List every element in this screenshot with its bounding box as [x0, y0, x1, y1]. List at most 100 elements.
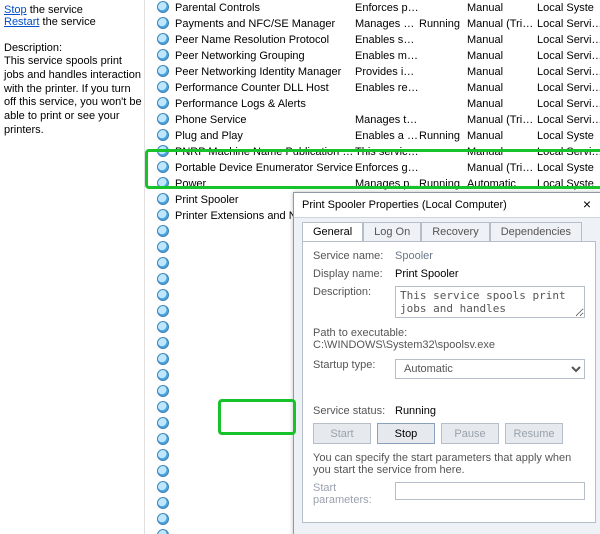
cell-desc: Provides ide...	[355, 66, 419, 78]
gear-icon	[157, 257, 171, 272]
cell-startup: Manual (Trig...	[467, 162, 537, 174]
gear-icon	[157, 129, 171, 144]
cell-logon: Local Syste	[537, 130, 600, 142]
gear-icon	[157, 17, 171, 32]
cell-logon: Local Service	[537, 82, 600, 94]
gear-icon	[157, 145, 171, 160]
path-value: C:\WINDOWS\System32\spoolsv.exe	[313, 339, 585, 351]
close-icon[interactable]: ×	[578, 196, 596, 214]
gear-icon	[157, 337, 171, 352]
start-params-input	[395, 482, 585, 500]
stop-suffix: the service	[27, 4, 83, 16]
gear-icon	[157, 1, 171, 16]
cell-name: Peer Networking Identity Manager	[175, 66, 355, 78]
gear-icon	[157, 113, 171, 128]
startup-type-select[interactable]: Automatic	[395, 359, 585, 379]
cell-logon: Local Service	[537, 146, 600, 158]
gear-icon	[157, 81, 171, 96]
cell-startup: Manual (Trig...	[467, 18, 537, 30]
table-row[interactable]: Portable Device Enumerator ServiceEnforc…	[157, 160, 600, 176]
gear-icon	[157, 193, 171, 208]
gear-icon	[157, 305, 171, 320]
cell-startup: Manual	[467, 34, 537, 46]
cell-logon: Local Service	[537, 18, 600, 30]
path-label: Path to executable:	[313, 327, 585, 339]
gear-icon	[157, 33, 171, 48]
table-row[interactable]: PNRP Machine Name Publication ServiceThi…	[157, 144, 600, 160]
cell-startup: Manual	[467, 66, 537, 78]
gear-icon	[157, 369, 171, 384]
gear-icon	[157, 353, 171, 368]
gear-icon	[157, 161, 171, 176]
table-row[interactable]: Peer Networking Identity ManagerProvides…	[157, 64, 600, 80]
gear-icon	[157, 177, 171, 192]
service-name-value: Spooler	[395, 250, 585, 262]
cell-name: Portable Device Enumerator Service	[175, 162, 355, 174]
description-body: This service spools print jobs and handl…	[4, 55, 142, 138]
table-row[interactable]: Peer Name Resolution ProtocolEnables ser…	[157, 32, 600, 48]
description-heading: Description:	[4, 42, 142, 54]
cell-startup: Manual	[467, 98, 537, 110]
tab-general[interactable]: General	[302, 222, 363, 241]
dialog-tabs: General Log On Recovery Dependencies	[294, 218, 600, 241]
display-name-value: Print Spooler	[395, 268, 585, 280]
table-row[interactable]: Peer Networking GroupingEnables mul...Ma…	[157, 48, 600, 64]
restart-link[interactable]: Restart	[4, 16, 39, 28]
cell-startup: Manual	[467, 2, 537, 14]
cell-status: Running	[419, 18, 467, 30]
table-row[interactable]: PowerManages p...RunningAutomaticLocal S…	[157, 176, 600, 192]
cell-status: Running	[419, 130, 467, 142]
gear-icon	[157, 273, 171, 288]
cell-name: Peer Networking Grouping	[175, 50, 355, 62]
service-status-value: Running	[395, 405, 585, 417]
cell-desc: Enables rem...	[355, 82, 419, 94]
gear-icon	[157, 225, 171, 240]
gear-icon	[157, 433, 171, 448]
cell-desc: Manages pa...	[355, 18, 419, 30]
restart-suffix: the service	[39, 16, 95, 28]
cell-desc: Enables serv...	[355, 34, 419, 46]
tab-panel-general: Service name:Spooler Display name:Print …	[302, 241, 596, 523]
tab-logon[interactable]: Log On	[363, 222, 421, 241]
cell-name: Peer Name Resolution Protocol	[175, 34, 355, 46]
cell-desc: This service ...	[355, 146, 419, 158]
cell-startup: Manual (Trig...	[467, 114, 537, 126]
stop-button[interactable]: Stop	[377, 423, 435, 444]
left-panel: Stop the service Restart the service Des…	[0, 0, 145, 534]
cell-desc: Manages p...	[355, 178, 419, 190]
gear-icon	[157, 385, 171, 400]
cell-logon: Local Service	[537, 34, 600, 46]
stop-link[interactable]: Stop	[4, 4, 27, 16]
table-row[interactable]: Performance Counter DLL HostEnables rem.…	[157, 80, 600, 96]
service-status-label: Service status:	[313, 405, 395, 417]
cell-name: Parental Controls	[175, 2, 355, 14]
cell-name: Plug and Play	[175, 130, 355, 142]
table-row[interactable]: Plug and PlayEnables a c...RunningManual…	[157, 128, 600, 144]
tab-dependencies[interactable]: Dependencies	[490, 222, 582, 241]
cell-desc: Enables a c...	[355, 130, 419, 142]
table-row[interactable]: Phone ServiceManages th...Manual (Trig..…	[157, 112, 600, 128]
gear-icon	[157, 289, 171, 304]
description-label: Description:	[313, 286, 395, 298]
gear-icon	[157, 209, 171, 224]
gear-icon	[157, 321, 171, 336]
table-row[interactable]: Performance Logs & AlertsManualLocal Ser…	[157, 96, 600, 112]
cell-desc: Enables mul...	[355, 50, 419, 62]
tab-recovery[interactable]: Recovery	[421, 222, 489, 241]
cell-status: Running	[419, 178, 467, 190]
cell-startup: Manual	[467, 146, 537, 158]
gear-icon	[157, 529, 171, 534]
gear-icon	[157, 417, 171, 432]
cell-name: Payments and NFC/SE Manager	[175, 18, 355, 30]
gear-icon	[157, 49, 171, 64]
table-row[interactable]: Parental ControlsEnforces pa...ManualLoc…	[157, 0, 600, 16]
gear-icon	[157, 513, 171, 528]
description-textbox[interactable]: This service spools print jobs and handl…	[395, 286, 585, 318]
gear-icon	[157, 497, 171, 512]
start-params-label: Start parameters:	[313, 482, 395, 506]
properties-dialog: Print Spooler Properties (Local Computer…	[293, 192, 600, 534]
table-row[interactable]: Payments and NFC/SE ManagerManages pa...…	[157, 16, 600, 32]
gear-icon	[157, 465, 171, 480]
cell-name: Phone Service	[175, 114, 355, 126]
cell-name: Performance Counter DLL Host	[175, 82, 355, 94]
